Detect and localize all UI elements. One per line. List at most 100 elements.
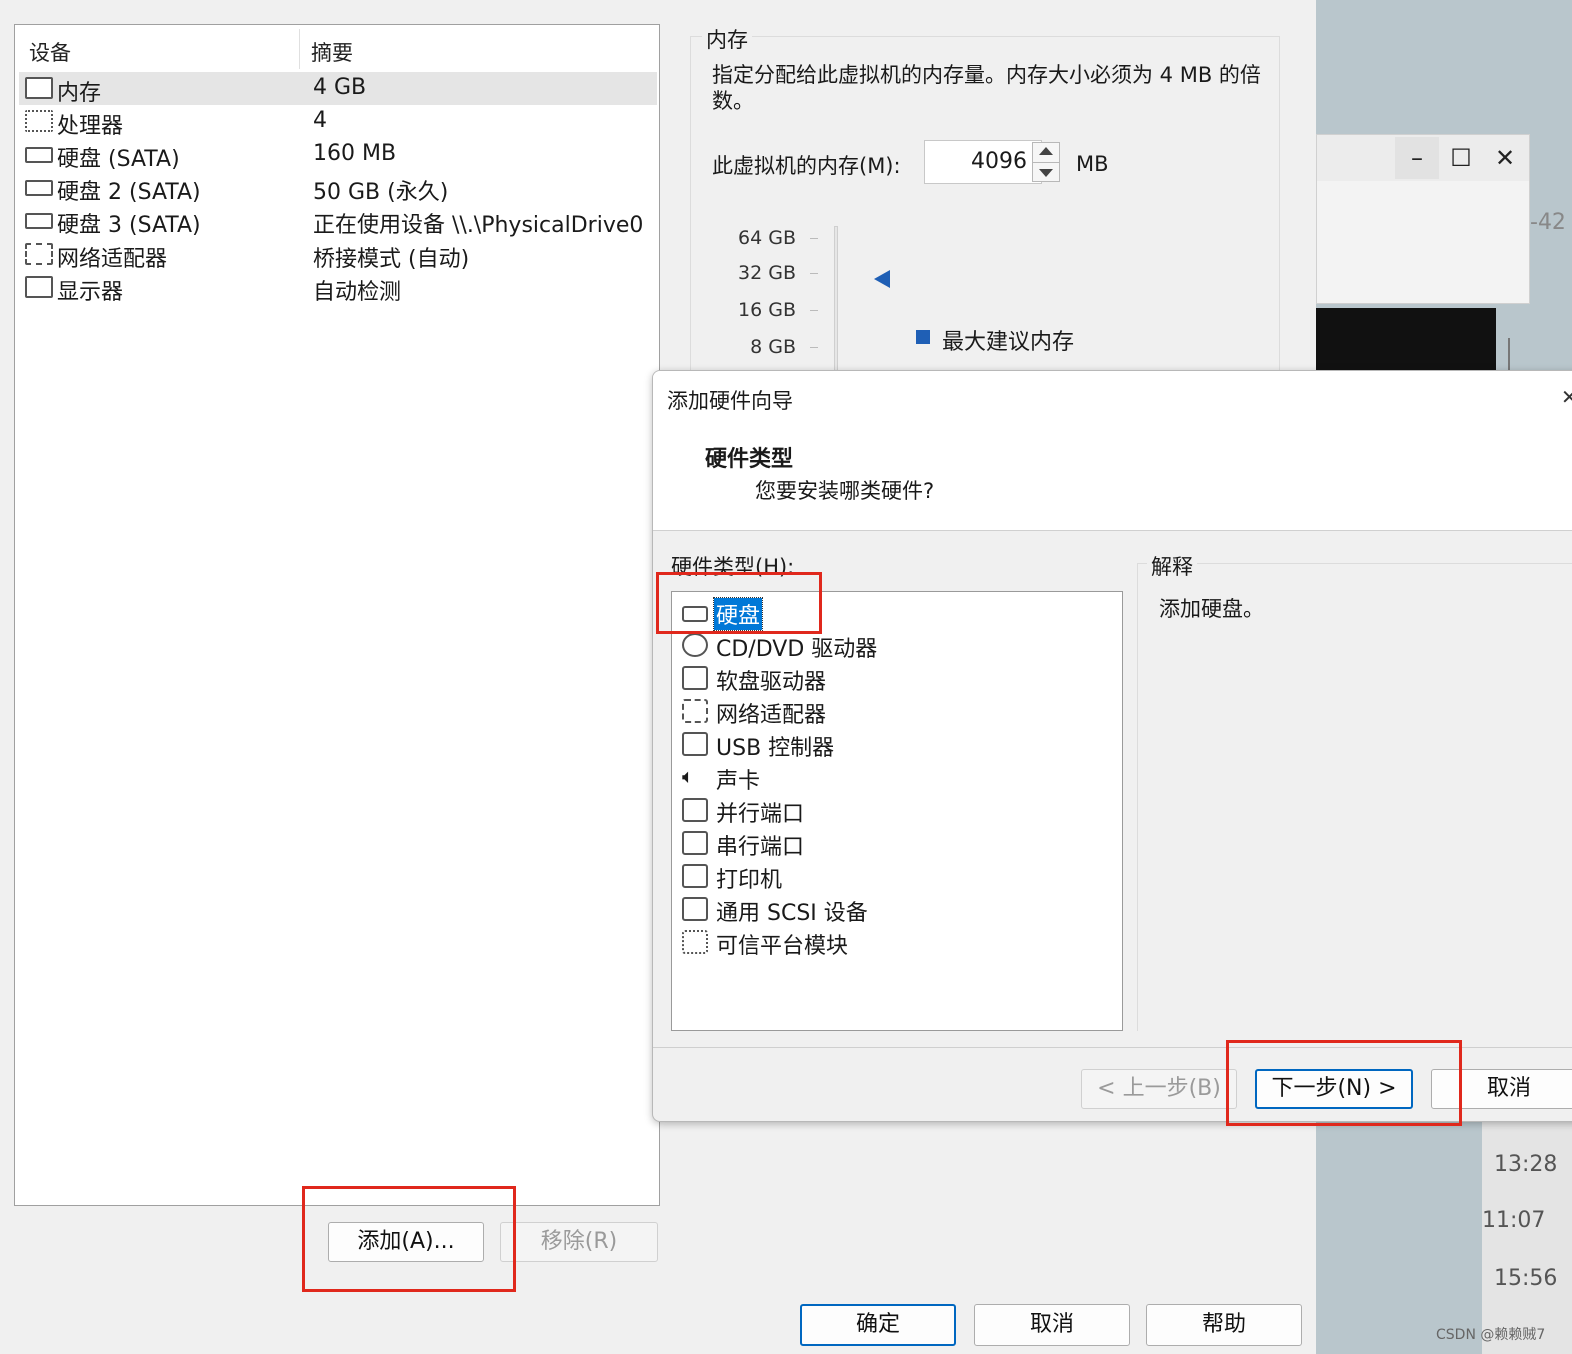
device-name: 硬盘 2 (SATA) bbox=[57, 180, 201, 205]
serial-port-icon bbox=[682, 831, 708, 855]
list-item-parallel-port[interactable]: 并行端口 bbox=[682, 794, 1082, 827]
cancel-button[interactable]: 取消 bbox=[974, 1304, 1130, 1346]
display-icon bbox=[25, 276, 53, 298]
explanation-text: 添加硬盘。 bbox=[1159, 597, 1264, 621]
background-window-titlebar: – ☐ ✕ bbox=[1317, 135, 1529, 181]
device-summary: 4 GB bbox=[313, 75, 367, 100]
scale-tick bbox=[810, 273, 818, 274]
wizard-subheading: 您要安装哪类硬件? bbox=[755, 479, 935, 503]
maximize-icon[interactable]: ☐ bbox=[1439, 137, 1483, 179]
list-item-label: 软盘驱动器 bbox=[716, 670, 827, 695]
device-summary: 160 MB bbox=[313, 141, 397, 166]
max-recommended-marker-icon bbox=[874, 270, 890, 288]
device-name: 显示器 bbox=[57, 280, 124, 305]
device-summary: 桥接模式 (自动) bbox=[313, 247, 470, 272]
scale-label: 32 GB bbox=[738, 262, 796, 284]
memory-group-title: 内存 bbox=[702, 24, 752, 54]
list-item-label: USB 控制器 bbox=[716, 736, 835, 761]
list-item-label: CD/DVD 驱动器 bbox=[716, 637, 878, 662]
close-icon[interactable]: ✕ bbox=[1561, 385, 1572, 409]
watermark: CSDN @赖赖贼7 bbox=[1436, 1327, 1546, 1343]
memory-spinner[interactable] bbox=[1032, 142, 1060, 182]
list-item-label: 并行端口 bbox=[716, 802, 805, 827]
parallel-port-icon bbox=[682, 798, 708, 822]
scale-tick bbox=[810, 238, 818, 239]
device-name: 内存 bbox=[57, 81, 102, 106]
highlight-box bbox=[656, 572, 822, 634]
device-name: 网络适配器 bbox=[57, 247, 168, 272]
minimize-icon[interactable]: – bbox=[1395, 137, 1439, 179]
tpm-icon bbox=[682, 930, 708, 954]
cd-dvd-icon bbox=[682, 633, 708, 657]
list-item-label: 声卡 bbox=[716, 769, 761, 794]
column-summary[interactable]: 摘要 bbox=[311, 37, 353, 67]
speaker-icon: 🔈︎ bbox=[682, 765, 708, 789]
device-row-processor[interactable]: 处理器 4 bbox=[19, 105, 657, 139]
floppy-icon bbox=[682, 666, 708, 690]
network-adapter-icon bbox=[682, 699, 708, 723]
remove-hardware-button[interactable]: 移除(R) bbox=[500, 1222, 658, 1262]
column-separator[interactable] bbox=[299, 29, 300, 69]
device-name: 硬盘 3 (SATA) bbox=[57, 213, 201, 238]
list-item-serial-port[interactable]: 串行端口 bbox=[682, 827, 1082, 860]
hard-disk-icon bbox=[25, 147, 53, 163]
memory-icon bbox=[25, 77, 53, 99]
close-icon[interactable]: ✕ bbox=[1483, 137, 1527, 179]
help-button[interactable]: 帮助 bbox=[1146, 1304, 1302, 1346]
column-device[interactable]: 设备 bbox=[29, 37, 71, 67]
list-item-tpm[interactable]: 可信平台模块 bbox=[682, 926, 1082, 959]
device-row-hard-disk[interactable]: 硬盘 (SATA) 160 MB bbox=[19, 138, 657, 172]
memory-unit: MB bbox=[1076, 152, 1109, 176]
background-window: – ☐ ✕ bbox=[1316, 134, 1530, 304]
device-name: 处理器 bbox=[57, 114, 124, 139]
device-row-network-adapter[interactable]: 网络适配器 桥接模式 (自动) bbox=[19, 238, 657, 272]
list-item-label: 串行端口 bbox=[716, 835, 805, 860]
device-row-hard-disk-3[interactable]: 硬盘 3 (SATA) 正在使用设备 \\.\PhysicalDrive0 bbox=[19, 204, 657, 238]
device-summary: 自动检测 bbox=[313, 280, 402, 305]
processor-icon bbox=[25, 110, 53, 132]
network-adapter-icon bbox=[25, 243, 53, 265]
add-hardware-wizard: 添加硬件向导 ✕ 硬件类型 您要安装哪类硬件? 硬件类型(H): 硬盘 CD/D… bbox=[652, 370, 1572, 1122]
memory-input[interactable]: 4096 bbox=[924, 140, 1042, 184]
time-label: 15:56 bbox=[1494, 1266, 1558, 1291]
back-button[interactable]: < 上一步(B) bbox=[1081, 1069, 1237, 1109]
list-item-network-adapter[interactable]: 网络适配器 bbox=[682, 695, 1082, 728]
device-row-memory[interactable]: 内存 4 GB bbox=[19, 72, 657, 106]
list-item-sound-card[interactable]: 🔈︎ 声卡 bbox=[682, 761, 1082, 794]
printer-icon bbox=[682, 864, 708, 888]
device-row-display[interactable]: 显示器 自动检测 bbox=[19, 271, 657, 305]
background-edge-text: -42 bbox=[1530, 210, 1566, 235]
list-item-usb[interactable]: USB 控制器 bbox=[682, 728, 1082, 761]
device-list-header: 设备 摘要 bbox=[15, 25, 659, 71]
list-item-label: 可信平台模块 bbox=[716, 934, 849, 959]
explanation-title: 解释 bbox=[1147, 551, 1197, 581]
memory-field-label: 此虚拟机的内存(M): bbox=[712, 154, 901, 178]
ok-button[interactable]: 确定 bbox=[800, 1304, 956, 1346]
scsi-icon bbox=[682, 897, 708, 921]
device-summary: 50 GB (永久) bbox=[313, 180, 449, 205]
chevron-down-icon[interactable] bbox=[1039, 169, 1053, 177]
list-item-scsi[interactable]: 通用 SCSI 设备 bbox=[682, 893, 1082, 926]
explanation-group bbox=[1137, 563, 1572, 1031]
background-list: 13:28 11:07 15:56 bbox=[1482, 1120, 1572, 1354]
hardware-type-list[interactable]: 硬盘 CD/DVD 驱动器 软盘驱动器 网络适配器 USB 控制器 🔈︎ 声卡 … bbox=[671, 591, 1123, 1031]
memory-description: 指定分配给此虚拟机的内存量。内存大小必须为 4 MB 的倍数。 bbox=[712, 63, 1261, 113]
hard-disk-icon bbox=[25, 213, 53, 229]
wizard-title: 添加硬件向导 bbox=[667, 389, 793, 413]
chevron-up-icon[interactable] bbox=[1039, 147, 1053, 155]
device-row-hard-disk-2[interactable]: 硬盘 2 (SATA) 50 GB (永久) bbox=[19, 171, 657, 205]
legend-label: 最大建议内存 bbox=[942, 330, 1075, 355]
list-item-floppy[interactable]: 软盘驱动器 bbox=[682, 662, 1082, 695]
wizard-header: 添加硬件向导 ✕ 硬件类型 您要安装哪类硬件? bbox=[653, 371, 1572, 531]
legend-swatch bbox=[916, 330, 930, 344]
time-label: 11:07 bbox=[1482, 1208, 1546, 1233]
device-summary: 正在使用设备 \\.\PhysicalDrive0 bbox=[313, 213, 644, 238]
list-item-printer[interactable]: 打印机 bbox=[682, 860, 1082, 893]
device-summary: 4 bbox=[313, 108, 327, 133]
scale-label: 16 GB bbox=[738, 299, 796, 321]
device-list[interactable]: 设备 摘要 内存 4 GB 处理器 4 硬盘 (SATA) 160 MB 硬盘 … bbox=[14, 24, 660, 1206]
memory-slider-track[interactable] bbox=[834, 226, 838, 376]
scale-label: 64 GB bbox=[738, 227, 796, 249]
wizard-heading: 硬件类型 bbox=[705, 447, 794, 472]
background-dark-area bbox=[1316, 308, 1496, 378]
